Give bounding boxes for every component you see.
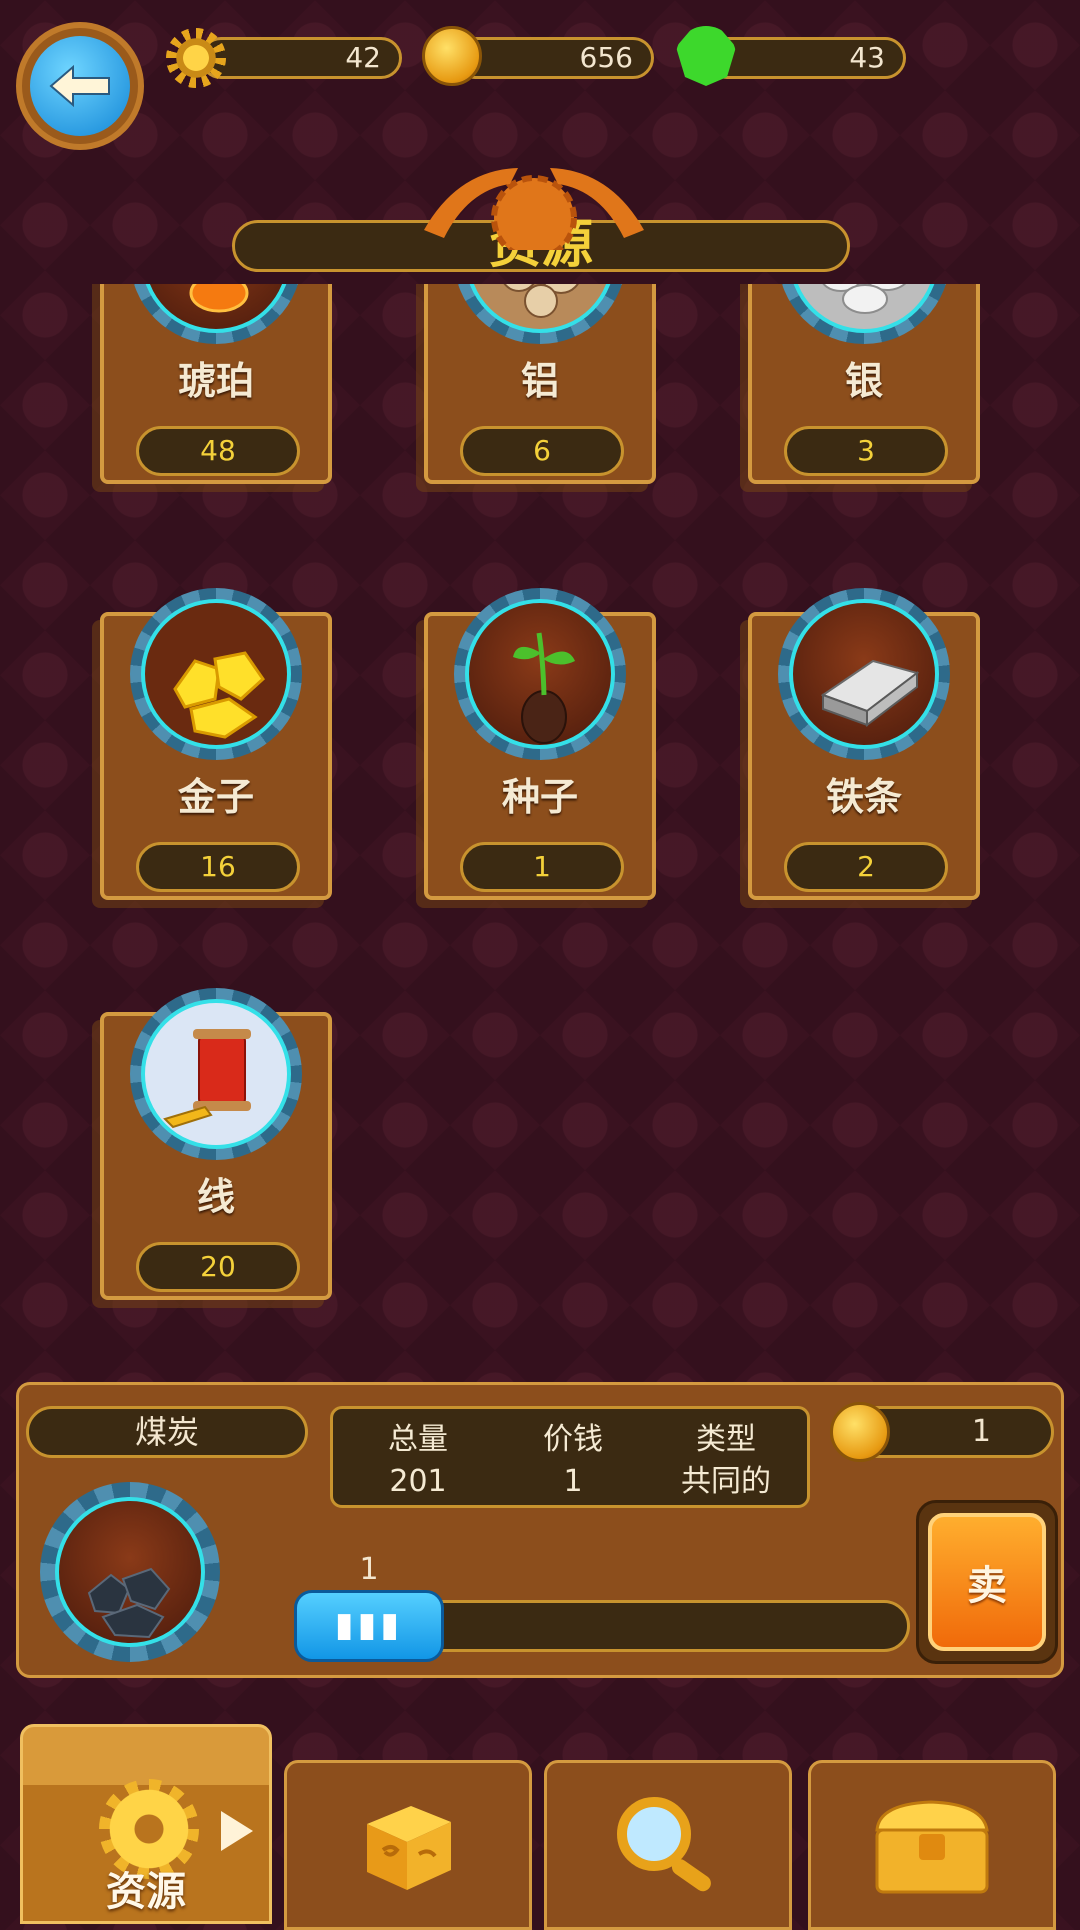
gems-value: 43 xyxy=(849,41,885,74)
resource-card-gold[interactable]: 金子 16 xyxy=(100,588,332,900)
aluminum-ore-icon xyxy=(465,284,615,333)
resource-count: 16 xyxy=(136,842,300,892)
gears-value: 42 xyxy=(345,41,381,74)
coins-value: 656 xyxy=(579,41,633,74)
pickaxe-gear-emblem-icon xyxy=(418,160,650,261)
resource-stats: 总量 201 价钱 1 类型 共同的 xyxy=(330,1406,810,1508)
resource-count: 6 xyxy=(460,426,624,476)
resource-name: 铝 xyxy=(520,359,559,403)
resource-name: 铁条 xyxy=(825,775,902,819)
resource-count: 2 xyxy=(784,842,948,892)
resource-name: 线 xyxy=(196,1175,235,1219)
stat-value-type: 共同的 xyxy=(681,1464,771,1499)
stat-label-total: 总量 xyxy=(388,1422,448,1457)
tab-search[interactable] xyxy=(544,1760,792,1930)
stat-label-price: 价钱 xyxy=(543,1422,603,1457)
resource-card-iron-bar[interactable]: 铁条 2 xyxy=(748,588,980,900)
stat-label-type: 类型 xyxy=(696,1422,756,1457)
gear-icon xyxy=(166,28,226,88)
sell-price-value: 1 xyxy=(971,1414,991,1449)
thread-spool-icon xyxy=(141,999,291,1149)
gears-counter: 42 xyxy=(200,37,402,79)
stat-value-price: 1 xyxy=(563,1464,583,1499)
coin-icon xyxy=(830,1402,890,1462)
iron-bar-icon xyxy=(789,599,939,749)
resource-card-thread[interactable]: 线 20 xyxy=(100,988,332,1300)
treasure-chest-icon xyxy=(875,1800,989,1894)
resource-count: 48 xyxy=(136,426,300,476)
amber-icon xyxy=(141,284,291,333)
coin-icon xyxy=(422,26,482,86)
resource-name: 金子 xyxy=(177,775,254,819)
silver-ore-icon xyxy=(789,284,939,333)
gold-nuggets-icon xyxy=(141,599,291,749)
dice-cube-icon xyxy=(367,1806,451,1890)
selected-resource-name: 煤炭 xyxy=(26,1406,308,1458)
gem-icon xyxy=(676,26,736,86)
stat-value-total: 201 xyxy=(389,1464,447,1499)
seed-sprout-icon xyxy=(465,599,615,749)
tab-chest[interactable] xyxy=(808,1760,1056,1930)
selected-resource-image xyxy=(40,1482,220,1662)
back-button[interactable] xyxy=(16,22,144,150)
coins-counter: 656 xyxy=(454,37,654,79)
resource-name: 琥珀 xyxy=(177,359,254,403)
resource-count: 3 xyxy=(784,426,948,476)
resource-card-aluminum[interactable]: 铝 6 xyxy=(424,284,656,484)
tab-resources[interactable]: 资源 xyxy=(20,1724,272,1924)
play-arrow-icon xyxy=(221,1811,253,1851)
sell-button[interactable]: 卖 xyxy=(916,1500,1058,1664)
coal-icon xyxy=(55,1497,205,1647)
resource-card-silver[interactable]: 银 3 xyxy=(748,284,980,484)
tab-dice[interactable] xyxy=(284,1760,532,1930)
resource-grid: 琥珀 48 铝 6 银 3 金子 16 种子 1 铁条 2 线 20 xyxy=(0,284,1080,1364)
tab-label: 资源 xyxy=(106,1869,186,1915)
resource-card-seed[interactable]: 种子 1 xyxy=(424,588,656,900)
gems-counter: 43 xyxy=(706,37,906,79)
slider-value-label: 1 xyxy=(359,1552,379,1587)
back-arrow-icon xyxy=(30,36,130,136)
resource-card-amber[interactable]: 琥珀 48 xyxy=(100,284,332,484)
resource-count: 20 xyxy=(136,1242,300,1292)
resource-count: 1 xyxy=(460,842,624,892)
quantity-slider-handle[interactable]: ▮▮▮ xyxy=(294,1590,444,1662)
magnifier-icon xyxy=(617,1797,711,1892)
resource-name: 银 xyxy=(844,359,883,403)
sell-button-label: 卖 xyxy=(928,1513,1046,1651)
resource-name: 种子 xyxy=(501,775,578,819)
